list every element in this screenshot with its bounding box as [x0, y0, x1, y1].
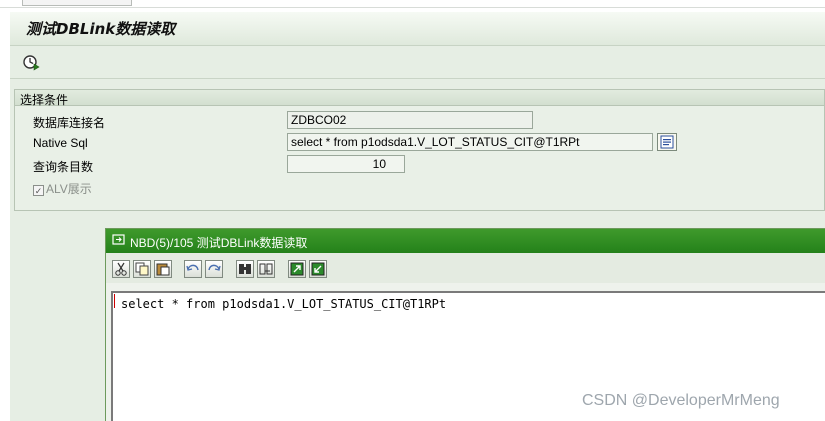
alv-display-label: ALV展示	[46, 182, 92, 196]
page-title: 测试DBLink数据读取	[26, 20, 176, 38]
redo-icon	[208, 264, 221, 271]
top-strip	[0, 0, 825, 8]
sql-editor-button[interactable]	[657, 133, 677, 151]
find-next-icon	[259, 263, 273, 275]
window-icon	[112, 234, 125, 245]
import-icon	[290, 262, 304, 276]
export-button[interactable]	[309, 260, 327, 278]
copy-icon	[135, 262, 149, 276]
application-toolbar	[10, 47, 825, 79]
find-button[interactable]	[236, 260, 254, 278]
checkbox-checked-icon: ✓	[33, 185, 44, 196]
undo-button[interactable]	[184, 260, 202, 278]
group-title: 选择条件	[20, 93, 69, 107]
undo-icon	[186, 264, 199, 271]
dialog-toolbar	[106, 253, 825, 283]
edit-text-icon	[660, 135, 674, 149]
selection-criteria-group: 选择条件 数据库连接名 ZDBCO02 Native Sql select * …	[14, 89, 825, 211]
cut-icon	[115, 262, 127, 276]
command-field-tab[interactable]	[22, 0, 132, 6]
group-header: 选择条件	[15, 90, 824, 107]
dialog-title: NBD(5)/105 测试DBLink数据读取	[130, 236, 308, 250]
paste-icon	[156, 263, 170, 276]
db-connection-field[interactable]: ZDBCO02	[287, 111, 533, 129]
row-count-label: 查询条目数	[33, 160, 94, 174]
export-icon	[311, 262, 325, 276]
native-sql-label: Native Sql	[33, 136, 88, 150]
find-next-button[interactable]	[257, 260, 275, 278]
find-icon	[239, 264, 251, 274]
execute-clock-icon[interactable]	[22, 53, 40, 71]
title-bar: 测试DBLink数据读取	[10, 12, 825, 46]
cut-button[interactable]	[112, 260, 130, 278]
editor-content: select * from p1odsda1.V_LOT_STATUS_CIT@…	[121, 297, 447, 311]
watermark: CSDN @DeveloperMrMeng	[582, 392, 780, 409]
alv-display-checkbox[interactable]: ✓ ALV展示	[33, 180, 92, 197]
text-cursor	[114, 294, 115, 308]
dialog-title-bar[interactable]: NBD(5)/105 测试DBLink数据读取	[106, 229, 825, 253]
native-sql-field[interactable]: select * from p1odsda1.V_LOT_STATUS_CIT@…	[287, 133, 653, 151]
redo-button[interactable]	[205, 260, 223, 278]
import-button[interactable]	[288, 260, 306, 278]
db-connection-label: 数据库连接名	[33, 116, 106, 130]
row-count-field[interactable]: 10	[287, 155, 405, 173]
copy-button[interactable]	[133, 260, 151, 278]
paste-button[interactable]	[154, 260, 172, 278]
